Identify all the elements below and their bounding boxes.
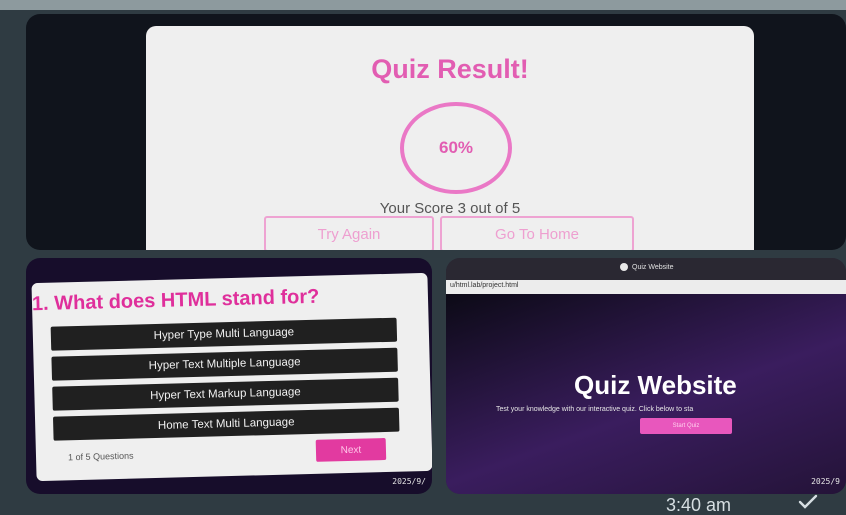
try-again-button[interactable]: Try Again [264,216,434,250]
quiz-question-photo[interactable]: 1. What does HTML stand for? Hyper Type … [26,258,432,494]
window-title-text: Quiz Website [632,263,674,271]
result-title: Quiz Result! [371,54,529,84]
next-button[interactable]: Next [315,437,387,462]
message-time: 3:40 am [666,495,732,515]
top-strip [0,0,846,10]
result-card: Quiz Result! 60% Your Score 3 out of 5 T… [146,26,754,250]
hero-subtitle: Test your knowledge with our interactive… [496,406,694,413]
score-text: Your Score 3 out of 5 [379,200,521,217]
question-progress: 1 of 5 Questions [67,450,134,463]
date-stamp: 2025/9 [811,477,840,486]
address-bar: u/html.lab/project.html [446,280,846,294]
answer-option[interactable]: Hyper Text Multiple Language [51,347,398,381]
start-quiz-button[interactable]: Start Quiz [640,418,732,434]
quiz-website-photo[interactable]: Quiz Website u/html.lab/project.html Qui… [446,258,846,494]
address-text: u/html.lab/project.html [450,282,519,289]
answer-option[interactable]: Home Text Multi Language [52,407,400,441]
hero-title: Quiz Website [574,370,737,400]
answer-option[interactable]: Hyper Type Multi Language [50,317,398,351]
score-circle: 60% [400,102,512,194]
quiz-result-photo[interactable]: Quiz Result! 60% Your Score 3 out of 5 T… [26,14,846,250]
question-title: 1. What does HTML stand for? [31,285,320,316]
question-card: 1. What does HTML stand for? Hyper Type … [31,272,432,482]
score-percent: 60% [438,138,474,157]
go-to-home-button[interactable]: Go To Home [440,216,634,250]
window-title: Quiz Website [620,263,674,271]
globe-icon [620,263,628,271]
date-stamp: 2025/9/ [392,477,426,486]
check-icon [798,494,818,509]
answer-option[interactable]: Hyper Text Markup Language [52,377,399,411]
site-hero: Quiz Website Test your knowledge with ou… [446,294,846,494]
browser-title-bar: Quiz Website [446,258,846,280]
